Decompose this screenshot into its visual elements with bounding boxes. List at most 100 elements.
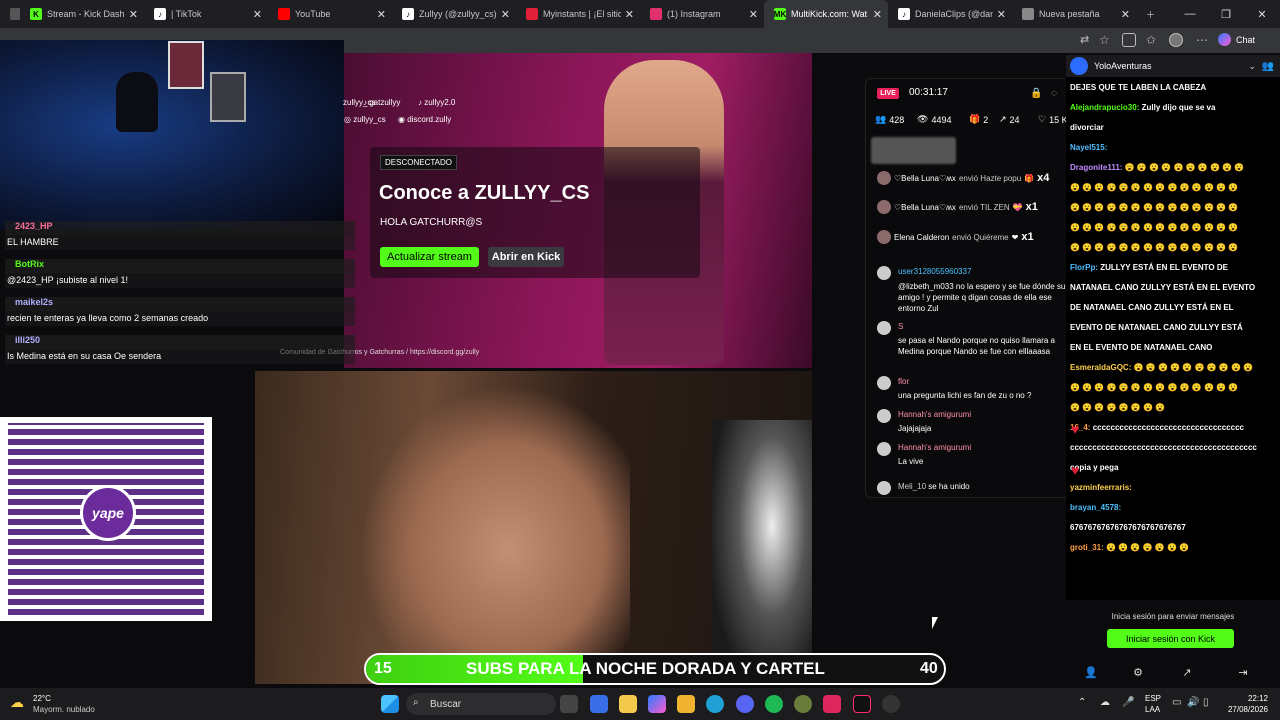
instagram-icon: ◎ — [344, 115, 354, 124]
app-icon[interactable] — [794, 695, 812, 713]
chat-username: groti_31: — [1070, 543, 1104, 552]
offline-subtitle: HOLA GATCHURR@S — [380, 217, 483, 228]
social-handle: ♪ gatzullyy — [363, 98, 401, 107]
close-icon[interactable]: ✕ — [625, 8, 634, 21]
popout-icon[interactable]: ↗ — [1180, 665, 1194, 679]
close-icon[interactable]: ✕ — [997, 8, 1006, 21]
clock-time[interactable]: 22:12 — [1228, 694, 1268, 703]
chat-username: yazminfeerraris: — [1070, 483, 1132, 492]
chat-text: EN EL EVENTO DE NATANAEL CANO — [1070, 343, 1213, 352]
tab-instagram[interactable]: (1) Instagram ✕ — [640, 0, 764, 28]
add-user-icon[interactable]: 👤 — [1084, 665, 1098, 679]
tab-danielaclips[interactable]: ♪DanielaClips (@daniela✕ — [888, 0, 1012, 28]
offline-badge: DESCONECTADO — [380, 155, 457, 170]
update-stream-button[interactable]: Actualizar stream — [380, 247, 479, 267]
spotify-icon[interactable] — [765, 695, 783, 713]
battery-icon[interactable]: ▯ — [1203, 697, 1209, 708]
window-close-icon[interactable]: ✕ — [1244, 0, 1280, 28]
gift-sticker-icon: ❤ — [1011, 232, 1019, 242]
chat-username: Nayel515: — [1070, 143, 1108, 152]
close-icon[interactable]: ✕ — [749, 8, 758, 21]
chat-message: una pregunta lichi es fan de zu o no ? — [898, 391, 1032, 400]
close-icon[interactable]: ✕ — [129, 8, 138, 21]
wall-poster — [168, 41, 204, 89]
chat-username: flor — [898, 377, 910, 386]
chat-message: Is Medina está en su casa Oe sendera — [5, 348, 355, 364]
new-tab-button[interactable]: ＋ — [1136, 0, 1160, 28]
chat-line: Dragonite111: 😮 😮 😮 😮 😮 😮 😮 😮 😮 😮 — [1070, 158, 1275, 178]
close-icon[interactable]: ✕ — [501, 8, 510, 21]
chevron-down-icon[interactable]: ⌄ — [1248, 61, 1256, 72]
chat-line: 😮 😮 😮 😮 😮 😮 😮 😮 😮 😮 😮 😮 😮 😮 — [1070, 178, 1275, 198]
translate-icon[interactable]: ⇄ — [1080, 33, 1094, 47]
users-icon[interactable]: 👥 — [1262, 61, 1274, 72]
tray-icon[interactable]: ☁ — [1100, 697, 1110, 708]
chat-line: cccccccccccccccccccccccccccccccccccccccc… — [1070, 438, 1275, 458]
volume-icon[interactable]: 🔊 — [1187, 697, 1199, 708]
lang-indicator[interactable]: ESP — [1145, 694, 1161, 703]
favorites-icon[interactable]: ✩ — [1146, 33, 1160, 47]
app-icon[interactable] — [823, 695, 841, 713]
tab-tiktok[interactable]: ♪ | TikTok ✕ — [144, 0, 268, 28]
lock-icon[interactable]: 🔒 — [1030, 88, 1042, 99]
more-menu-icon[interactable]: ⋯ — [1196, 33, 1210, 47]
window-menu-icon[interactable] — [0, 0, 20, 28]
close-icon[interactable]: ✕ — [377, 8, 386, 21]
open-in-kick-button[interactable]: Abrir en Kick — [488, 247, 564, 267]
gift-event: ♡Bella Luna♡ʍx envió TIL ZEN 💝 x1 — [877, 200, 1038, 214]
tab-myinstants[interactable]: Myinstants | ¡El sitio web✕ — [516, 0, 640, 28]
discord-icon[interactable] — [736, 695, 754, 713]
bookmark-star-icon[interactable]: ☆ — [1099, 33, 1113, 47]
edge-icon[interactable] — [706, 695, 724, 713]
chevron-up-icon[interactable]: ⌃ — [1078, 697, 1086, 708]
copilot-chat-button[interactable]: Chat — [1218, 33, 1255, 46]
obs-icon[interactable] — [882, 695, 900, 713]
chat-message: recien te enteras ya lleva como 2 semana… — [5, 310, 355, 326]
widgets-icon[interactable] — [590, 695, 608, 713]
chat-line: brayan_4578: — [1070, 498, 1275, 518]
network-icon[interactable]: ▭ — [1172, 697, 1181, 708]
login-kick-button[interactable]: Iniciar sesión con Kick — [1107, 629, 1234, 648]
maximize-icon[interactable]: ❐ — [1208, 0, 1244, 28]
taskbar-search[interactable]: Buscar — [406, 693, 556, 715]
store-icon[interactable] — [619, 695, 637, 713]
file-explorer-icon[interactable] — [677, 695, 695, 713]
chat-username: 2423_HP — [5, 221, 355, 235]
tiktok-icon[interactable] — [853, 695, 871, 713]
avatar — [877, 230, 891, 244]
youtube-icon — [278, 8, 290, 20]
weather-icon[interactable]: ☁ — [10, 694, 30, 710]
join-event: Meli_10 se ha unido — [898, 482, 970, 491]
tab-new[interactable]: Nueva pestaña ✕ — [1012, 0, 1136, 28]
close-icon[interactable]: ✕ — [253, 8, 262, 21]
extension-icon[interactable] — [1122, 33, 1136, 47]
tab-kick-dashboard[interactable]: KStream - Kick Dashboard✕ — [20, 0, 144, 28]
live-timer: 00:31:17 — [909, 87, 948, 98]
chat-line: EN EL EVENTO DE NATANAEL CANO — [1070, 338, 1275, 358]
tab-zullyy-tiktok[interactable]: ♪Zullyy (@zullyy_cs) | Tik✕ — [392, 0, 516, 28]
minimize-icon[interactable]: — — [1172, 0, 1208, 28]
stat-views: 👁 4494 — [917, 114, 952, 125]
chat-header: YoloAventuras ⌄ 👥 — [1066, 55, 1280, 77]
chat-line: NATANAEL CANO ZULLYY ESTÁ EN EL EVENTO — [1070, 278, 1275, 298]
profile-avatar[interactable] — [1169, 33, 1183, 47]
channel-avatar — [1070, 57, 1088, 75]
tab-youtube[interactable]: YouTube ✕ — [268, 0, 392, 28]
task-view-icon[interactable] — [560, 695, 578, 713]
collapse-icon[interactable]: ⇥ — [1236, 665, 1250, 679]
gear-icon[interactable]: ⚙ — [1131, 665, 1145, 679]
chat-message: EL HAMBRE — [5, 234, 355, 250]
chat-line: divorciar — [1070, 118, 1275, 138]
start-icon[interactable] — [381, 695, 399, 713]
social-handle: ◉ discord.zully — [398, 115, 452, 124]
tab-multikick[interactable]: MK MultiKick.com: Wat ✕ — [764, 0, 888, 28]
close-icon[interactable]: ✕ — [1121, 8, 1130, 21]
weather-temp: 22°C — [33, 694, 51, 703]
copilot-icon[interactable] — [648, 695, 666, 713]
chat-text: 😮 😮 😮 😮 😮 😮 😮 😮 — [1070, 403, 1166, 412]
avatar — [877, 409, 891, 423]
close-icon[interactable]: ✕ — [873, 8, 882, 21]
mic-icon[interactable]: 🎤 — [1122, 697, 1134, 708]
stat-gifts: 🎁 2 — [969, 114, 989, 125]
chat-message: se pasa el Nando porque no quiso llamara… — [898, 336, 1055, 356]
